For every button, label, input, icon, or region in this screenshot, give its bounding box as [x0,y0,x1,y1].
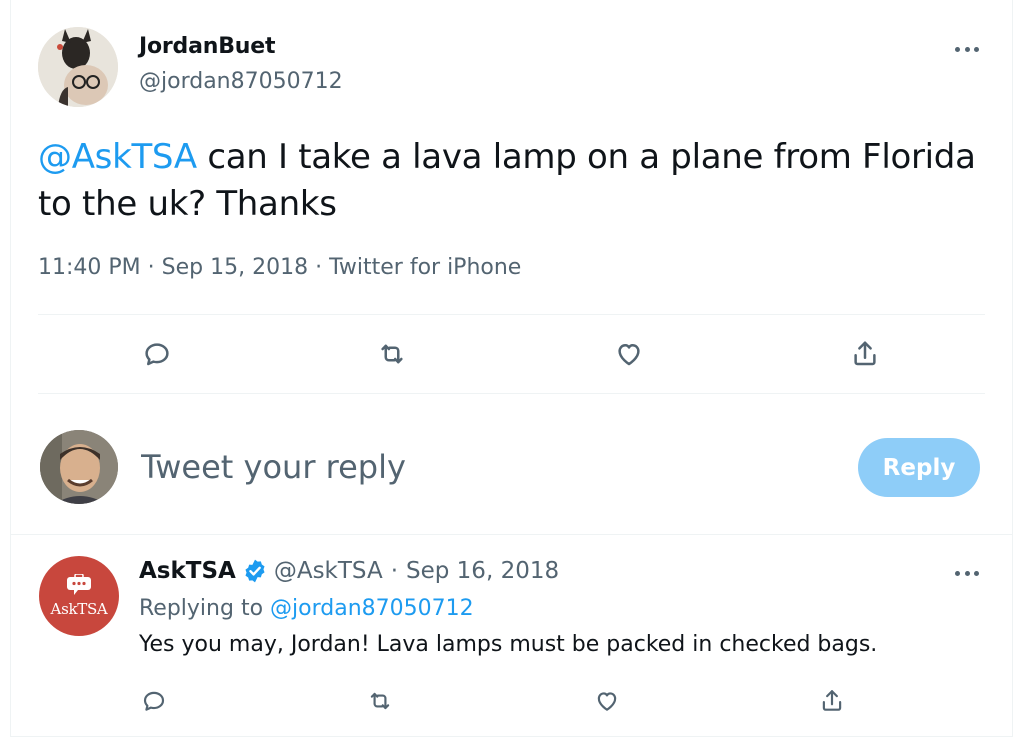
meta-separator: · [315,255,323,280]
reply-icon[interactable] [137,334,177,374]
chat-bubble-icon [67,574,91,595]
header-separator: · [390,558,399,584]
reply-author-handle[interactable]: @AskTSA [274,558,383,584]
tweet-meta: 11:40 PM · Sep 15, 2018 · Twitter for iP… [38,255,521,280]
share-icon[interactable] [845,334,885,374]
tweet-time[interactable]: 11:40 PM [38,255,141,280]
divider [10,534,1013,535]
tweet-text: @AskTSA can I take a lava lamp on a plan… [38,134,998,228]
reply-author-name[interactable]: AskTSA [139,558,236,584]
reply-header: AskTSA @AskTSA · Sep 16, 2018 [139,558,559,584]
reply-button[interactable]: Reply [858,438,980,497]
reply-date[interactable]: Sep 16, 2018 [406,558,559,584]
divider [38,314,985,315]
like-icon[interactable] [609,334,649,374]
reply-input[interactable] [141,448,741,486]
replying-prefix: Replying to [139,596,271,621]
verified-badge-icon [245,559,265,583]
tweet-date[interactable]: Sep 15, 2018 [162,255,308,280]
jordan-avatar[interactable] [38,27,118,107]
reply-icon[interactable] [134,681,174,721]
retweet-icon[interactable] [372,334,412,374]
avatar-logo-text: AskTSA [50,600,108,618]
asktsa-avatar[interactable]: AskTSA [39,556,119,636]
replying-handle-link[interactable]: @jordan87050712 [270,596,474,621]
tweet-source[interactable]: Twitter for iPhone [329,255,521,280]
retweet-icon[interactable] [360,681,400,721]
author-name[interactable]: JordanBuet [139,34,275,59]
author-handle[interactable]: @jordan87050712 [139,69,343,94]
share-icon[interactable] [812,681,852,721]
mention-link[interactable]: @AskTSA [38,137,197,177]
replying-to: Replying to @jordan87050712 [139,596,474,621]
meta-separator: · [147,255,155,280]
more-options-icon[interactable] [955,567,979,579]
more-options-icon[interactable] [955,43,979,55]
current-user-avatar[interactable] [40,430,118,504]
reply-text: Yes you may, Jordan! Lava lamps must be … [139,632,878,657]
divider [38,393,985,394]
like-icon[interactable] [587,681,627,721]
